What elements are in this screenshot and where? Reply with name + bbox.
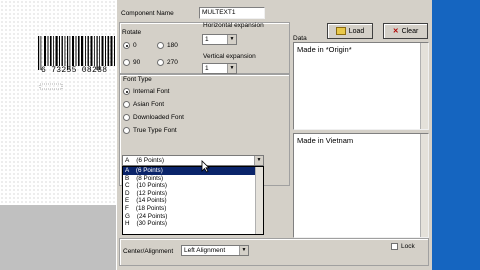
preview-scrollbar[interactable]: [420, 134, 428, 237]
data-textarea[interactable]: Made in *Origin*: [293, 42, 429, 130]
radio-icon: [157, 59, 164, 66]
label-canvas[interactable]: 6 73255 08288: [0, 0, 117, 205]
preview-text: Made in Vietnam: [297, 136, 354, 145]
font-size-dropdown-list: A (6 Points) B (8 Points) C (10 Points) …: [122, 166, 264, 235]
dropdown-option[interactable]: B (8 Points): [123, 175, 263, 183]
center-alignment-label: Center/Alignment: [123, 248, 174, 255]
rotate-270-radio[interactable]: 270: [157, 59, 178, 67]
lock-checkbox[interactable]: Lock: [391, 243, 415, 251]
barcode-digits: 6 73255 08288: [41, 66, 108, 75]
dropdown-option[interactable]: F (18 Points): [123, 205, 263, 213]
font-downloaded-radio[interactable]: Downloaded Font: [123, 114, 184, 122]
desktop-background: [432, 0, 480, 270]
radio-icon: [123, 127, 130, 134]
checkbox-icon: [391, 243, 398, 250]
font-type-label: Font Type: [123, 76, 152, 83]
close-icon: ✕: [392, 28, 399, 35]
font-internal-radio[interactable]: Internal Font: [123, 88, 170, 96]
center-alignment-select[interactable]: Left Alignment ▼: [181, 245, 249, 256]
chevron-down-icon: ▼: [227, 35, 236, 44]
component-name-label: Component Name: [121, 10, 174, 17]
rotate-180-radio[interactable]: 180: [157, 42, 178, 50]
dropdown-scrollbar[interactable]: [255, 167, 263, 234]
dropdown-option[interactable]: C (10 Points): [123, 182, 263, 190]
dropdown-option[interactable]: E (14 Points): [123, 197, 263, 205]
vertical-expansion-label: Vertical expansion: [203, 53, 256, 60]
chevron-down-icon: ▼: [227, 64, 236, 73]
dropdown-option[interactable]: G (24 Points): [123, 213, 263, 221]
chevron-down-icon: ▼: [254, 156, 263, 165]
data-text: Made in *Origin*: [297, 45, 352, 54]
preview-box: Made in Vietnam: [293, 133, 429, 238]
component-name-input[interactable]: MULTEXT1: [199, 7, 265, 19]
clear-button[interactable]: ✕ Clear: [383, 23, 428, 39]
radio-icon: [123, 114, 130, 121]
font-asian-radio[interactable]: Asian Font: [123, 101, 164, 109]
horizontal-expansion-select[interactable]: 1 ▼: [202, 34, 237, 45]
chevron-down-icon: ▼: [239, 246, 248, 255]
radio-icon: [123, 101, 130, 108]
data-scrollbar[interactable]: [420, 43, 428, 129]
vertical-expansion-select[interactable]: 1 ▼: [202, 63, 237, 74]
rotate-label: Rotate: [122, 29, 142, 36]
barcode-graphic: [38, 36, 115, 90]
workspace-bottom: [0, 205, 117, 270]
folder-open-icon: [335, 27, 346, 35]
radio-selected-icon: [123, 42, 130, 49]
radio-icon: [123, 59, 130, 66]
rotate-90-radio[interactable]: 90: [123, 59, 140, 67]
font-size-select[interactable]: A (6 Points) ▼: [122, 155, 264, 166]
dropdown-option[interactable]: D (12 Points): [123, 190, 263, 198]
font-truetype-radio[interactable]: True Type Font: [123, 127, 177, 135]
radio-icon: [157, 42, 164, 49]
load-button[interactable]: Load: [327, 23, 373, 39]
dropdown-option[interactable]: A (6 Points): [123, 167, 263, 175]
rotate-0-radio[interactable]: 0: [123, 42, 137, 50]
horizontal-expansion-label: Horizontal expansion: [203, 22, 264, 29]
mouse-cursor-icon: [201, 160, 210, 173]
dropdown-option[interactable]: H (30 Points): [123, 220, 263, 228]
radio-selected-icon: [123, 88, 130, 95]
